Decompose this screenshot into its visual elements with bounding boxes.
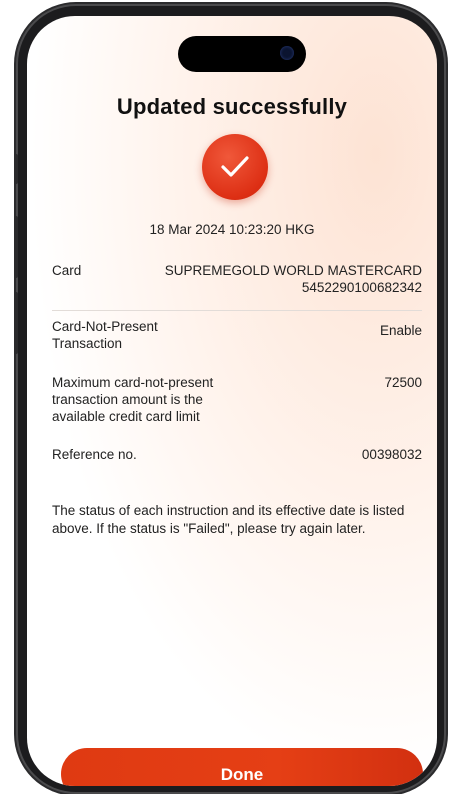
cnp-label-line1: Card-Not-Present — [52, 319, 158, 334]
cnp-label: Card-Not-Present Transaction — [52, 318, 158, 352]
timestamp: 18 Mar 2024 10:23:20 HKG — [149, 222, 315, 237]
dynamic-island — [178, 36, 306, 72]
page-title: Updated successfully — [116, 94, 348, 119]
reference-label: Reference no. — [52, 447, 137, 462]
volume-up-button — [14, 216, 18, 278]
volume-down-button — [14, 292, 18, 354]
check-icon — [221, 156, 249, 177]
card-label: Card — [52, 263, 82, 278]
success-badge — [202, 134, 268, 200]
cnp-row: Card-Not-Present Transaction Enable — [52, 318, 422, 354]
max-amount-label-line3: available credit card limit — [52, 409, 200, 424]
card-row: Card SUPREMEGOLD WORLD MASTERCARD 545229… — [52, 262, 422, 298]
cnp-label-line2: Transaction — [52, 336, 123, 351]
divider — [52, 310, 422, 311]
reference-row: Reference no. 00398032 — [52, 446, 422, 464]
status-note: The status of each instruction and its e… — [52, 503, 405, 536]
max-amount-row: Maximum card-not-present transaction amo… — [52, 374, 422, 428]
cnp-value: Enable — [379, 323, 422, 338]
done-button[interactable]: Done — [61, 748, 423, 786]
max-amount-label-line2: transaction amount is the — [52, 392, 203, 407]
max-amount-value: 72500 — [384, 375, 422, 390]
max-amount-label-line1: Maximum card-not-present — [52, 375, 214, 390]
max-amount-label: Maximum card-not-present transaction amo… — [52, 374, 213, 425]
reference-value: 00398032 — [361, 447, 422, 462]
card-name: SUPREMEGOLD WORLD MASTERCARD — [164, 263, 422, 278]
card-number: 5452290100682342 — [301, 280, 422, 295]
mute-switch — [14, 154, 18, 184]
app-screen: Updated successfully 18 Mar 2024 10:23:2… — [27, 16, 437, 786]
card-value: SUPREMEGOLD WORLD MASTERCARD 54522901006… — [165, 262, 422, 296]
camera-icon — [280, 46, 294, 60]
